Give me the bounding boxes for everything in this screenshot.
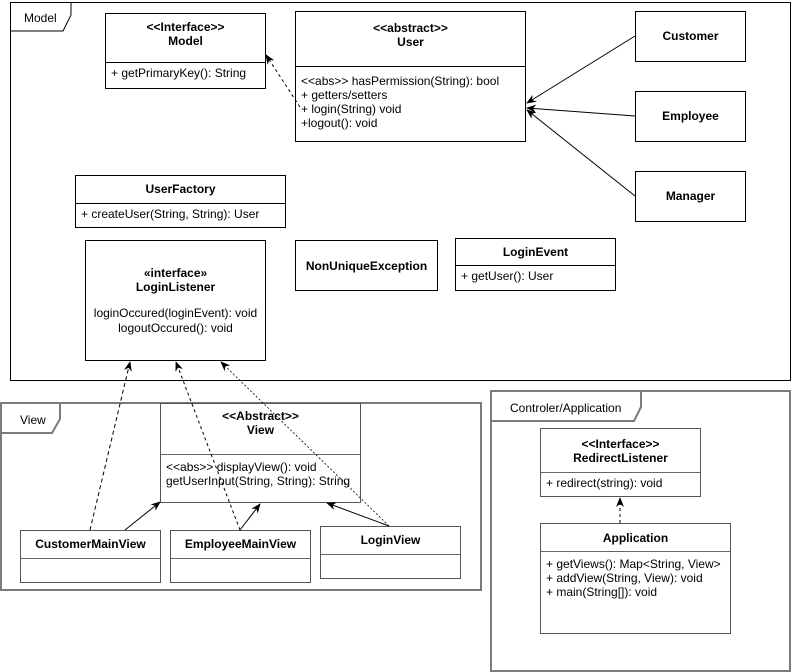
class-redirect-listener[interactable]: <<Interface>> RedirectListener + redirec…	[540, 428, 701, 497]
class-redirect-listener-stereotype: <<Interface>>	[581, 437, 660, 451]
class-employee-name: Employee	[662, 109, 719, 123]
class-login-listener[interactable]: «interface» LoginListener loginOccured(l…	[85, 240, 266, 361]
class-login-listener-name: LoginListener	[135, 280, 216, 294]
class-user[interactable]: <<abstract>> User <<abs>> hasPermission(…	[295, 11, 526, 142]
class-employee-main-view[interactable]: EmployeeMainView	[170, 530, 311, 583]
class-view-op: getUserInput(String, String): String	[166, 474, 351, 488]
class-application[interactable]: Application + getViews(): Map<String, Vi…	[540, 523, 731, 634]
class-customer-main-view-name: CustomerMainView	[35, 537, 146, 551]
class-customer[interactable]: Customer	[635, 11, 746, 62]
class-redirect-listener-name: RedirectListener	[573, 451, 668, 465]
class-non-unique-exception-name: NonUniqueException	[305, 259, 428, 273]
class-user-name: User	[397, 35, 424, 49]
class-user-op: + getters/setters	[301, 88, 388, 102]
package-controller-label: Controler/Application	[510, 401, 622, 415]
class-redirect-listener-op: + redirect(string): void	[546, 476, 663, 490]
class-model-op: + getPrimaryKey(): String	[111, 66, 247, 80]
class-login-listener-op: loginOccured(loginEvent): void	[93, 306, 258, 320]
class-model-stereotype: <<Interface>>	[146, 20, 225, 34]
class-application-op: + addView(String, View): void	[546, 571, 703, 585]
class-view-name: View	[246, 423, 275, 437]
class-login-listener-op: logoutOccured(): void	[118, 321, 233, 335]
class-user-op: +logout(): void	[301, 116, 378, 130]
class-user-op: + login(String) void	[301, 102, 402, 116]
class-non-unique-exception[interactable]: NonUniqueException	[295, 240, 438, 291]
class-user-factory[interactable]: UserFactory + createUser(String, String)…	[75, 175, 286, 228]
class-customer-main-view[interactable]: CustomerMainView	[20, 530, 161, 583]
class-model-name: Model	[168, 34, 203, 48]
class-application-op: + getViews(): Map<String, View>	[546, 557, 721, 571]
class-application-op: + main(String[]): void	[546, 585, 658, 599]
class-model[interactable]: <<Interface>> Model + getPrimaryKey(): S…	[105, 13, 266, 89]
class-login-event-name: LoginEvent	[502, 245, 569, 259]
class-view-stereotype: <<Abstract>>	[222, 409, 299, 423]
class-manager-name: Manager	[665, 189, 716, 203]
class-user-factory-name: UserFactory	[145, 182, 216, 196]
class-login-event-op: + getUser(): User	[461, 269, 554, 283]
class-login-view-name: LoginView	[360, 533, 421, 547]
class-login-view[interactable]: LoginView	[320, 526, 461, 579]
package-model-label: Model	[24, 11, 57, 25]
package-view-label: View	[20, 413, 46, 427]
class-application-name: Application	[602, 531, 669, 545]
class-employee[interactable]: Employee	[635, 91, 746, 142]
class-customer-name: Customer	[662, 29, 719, 43]
class-user-factory-op: + createUser(String, String): User	[81, 207, 260, 221]
class-view[interactable]: <<Abstract>> View <<abs>> displayView():…	[160, 403, 361, 503]
class-user-stereotype: <<abstract>>	[373, 21, 448, 35]
class-login-listener-stereotype: «interface»	[143, 266, 208, 280]
class-view-op: <<abs>> displayView(): void	[166, 460, 317, 474]
class-employee-main-view-name: EmployeeMainView	[184, 537, 297, 551]
class-user-op: <<abs>> hasPermission(String): bool	[301, 74, 500, 88]
class-manager[interactable]: Manager	[635, 171, 746, 222]
class-login-event[interactable]: LoginEvent + getUser(): User	[455, 238, 616, 291]
